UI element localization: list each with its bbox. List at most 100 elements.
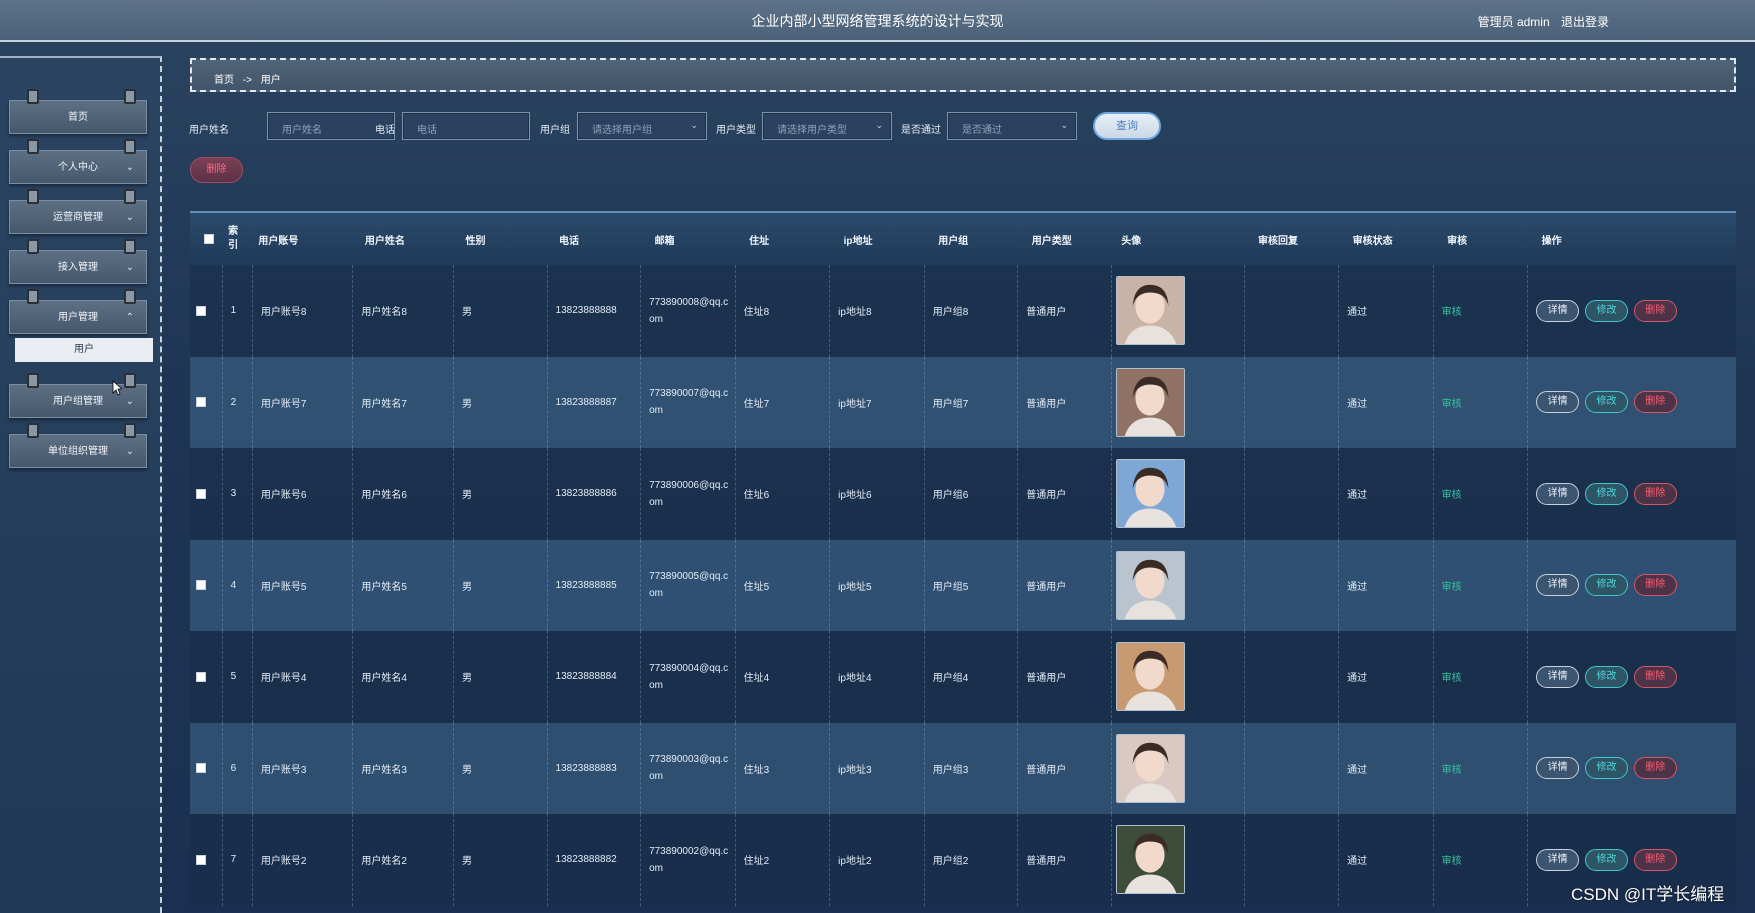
delete-button[interactable]: 删除: [1633, 665, 1677, 688]
username-label: 用户姓名: [189, 125, 229, 136]
cell-address: 住址6: [734, 448, 830, 540]
cell-gender: 男: [453, 722, 548, 814]
checkbox-icon: [196, 305, 206, 316]
sidebar-item-user-group-management[interactable]: 用户组管理 ⌄: [9, 373, 147, 418]
chevron-down-icon: ⌄: [875, 120, 883, 130]
col-header-type: 用户类型: [1031, 235, 1072, 247]
cell-address: 住址2: [734, 814, 830, 906]
sidebar-item-home[interactable]: 首页: [9, 89, 147, 134]
cell-reply: [1243, 356, 1339, 448]
delete-button[interactable]: 删除: [1633, 574, 1677, 597]
cell-ip: ip地址5: [829, 539, 925, 631]
sidebar-subitem-user[interactable]: 用户: [15, 338, 153, 362]
row-checkbox-cell[interactable]: [190, 357, 222, 449]
avatar-image[interactable]: [1115, 825, 1185, 895]
logout-link[interactable]: 退出登录: [1561, 15, 1609, 29]
row-checkbox-cell[interactable]: [190, 723, 222, 815]
avatar-image[interactable]: [1115, 733, 1185, 803]
edit-button[interactable]: 修改: [1584, 757, 1628, 780]
cell-status: 通过: [1338, 448, 1434, 540]
col-header-audit-status: 审核状态: [1352, 235, 1393, 247]
cell-account: 用户账号8: [251, 265, 353, 357]
delete-button[interactable]: 删除: [1633, 848, 1677, 871]
edit-button[interactable]: 修改: [1584, 848, 1628, 871]
cell-address: 住址5: [734, 539, 830, 631]
audit-link[interactable]: 审核: [1442, 856, 1462, 867]
cell-index: 4: [221, 539, 253, 631]
clip-icon: [27, 423, 39, 438]
avatar-image[interactable]: [1115, 459, 1185, 529]
detail-button[interactable]: 详情: [1536, 482, 1580, 505]
avatar-image[interactable]: [1115, 276, 1185, 346]
checkbox-icon: [196, 488, 206, 499]
row-checkbox-cell[interactable]: [190, 814, 222, 906]
sidebar-item-org-management[interactable]: 单位组织管理 ⌄: [9, 423, 147, 468]
cell-phone: 13823888882: [546, 814, 641, 906]
cell-ip: ip地址4: [829, 631, 925, 723]
cell-gender: 男: [453, 539, 548, 631]
audit-link[interactable]: 审核: [1442, 399, 1462, 410]
detail-button[interactable]: 详情: [1536, 665, 1580, 688]
sidebar-item-label: 用户组管理: [53, 396, 103, 407]
avatar-image[interactable]: [1115, 642, 1185, 712]
edit-button[interactable]: 修改: [1584, 391, 1628, 414]
chevron-down-icon: ⌄: [125, 396, 134, 407]
detail-button[interactable]: 详情: [1536, 757, 1580, 780]
cell-avatar: [1110, 722, 1245, 814]
sidebar-item-operator-management[interactable]: 运营商管理 ⌄: [9, 189, 147, 234]
cell-type: 普通用户: [1017, 722, 1112, 814]
clip-icon: [27, 189, 39, 204]
top-header: 企业内部小型网络管理系统的设计与实现 管理员 admin 退出登录: [0, 0, 1755, 42]
sidebar-item-label: 个人中心: [58, 162, 98, 173]
avatar-image[interactable]: [1115, 367, 1185, 437]
cell-gender: 男: [453, 356, 548, 448]
audit-link[interactable]: 审核: [1442, 490, 1462, 501]
user-type-select[interactable]: 请选择用户类型 ⌄: [762, 112, 892, 140]
sidebar-item-personal-center[interactable]: 个人中心 ⌄: [9, 139, 147, 184]
avatar-image[interactable]: [1115, 550, 1185, 620]
row-checkbox-cell[interactable]: [190, 265, 222, 357]
select-all-checkbox[interactable]: [190, 213, 222, 265]
row-checkbox-cell[interactable]: [190, 448, 222, 540]
edit-button[interactable]: 修改: [1584, 482, 1628, 505]
delete-button[interactable]: 删除: [1633, 482, 1677, 505]
col-header-phone: 电话: [559, 235, 580, 247]
detail-button[interactable]: 详情: [1536, 848, 1580, 871]
cell-audit: 审核: [1432, 265, 1528, 357]
query-button[interactable]: 查询: [1093, 112, 1161, 140]
audit-link[interactable]: 审核: [1442, 673, 1462, 684]
cell-reply: [1243, 539, 1339, 631]
cell-actions: 详情 修改 删除: [1527, 631, 1736, 723]
chevron-down-icon: ⌄: [125, 446, 134, 457]
edit-button[interactable]: 修改: [1584, 299, 1628, 322]
detail-button[interactable]: 详情: [1536, 391, 1580, 414]
sidebar-item-access-management[interactable]: 接入管理 ⌄: [9, 239, 147, 284]
row-checkbox-cell[interactable]: [190, 631, 222, 723]
sidebar-item-label: 单位组织管理: [48, 446, 108, 457]
phone-input[interactable]: 电话: [402, 112, 530, 140]
audit-link[interactable]: 审核: [1442, 582, 1462, 593]
detail-button[interactable]: 详情: [1536, 574, 1580, 597]
cell-name: 用户姓名2: [352, 814, 454, 906]
cell-gender: 男: [453, 631, 548, 723]
delete-button[interactable]: 删除: [1633, 391, 1677, 414]
audit-link[interactable]: 审核: [1442, 765, 1462, 776]
delete-button[interactable]: 删除: [1633, 757, 1677, 780]
delete-button[interactable]: 删除: [1633, 299, 1677, 322]
sidebar-item-user-management[interactable]: 用户管理 ⌃: [9, 289, 147, 334]
cell-group: 用户组2: [923, 814, 1018, 906]
cell-phone: 13823888888: [546, 265, 641, 357]
cell-index: 2: [221, 356, 253, 448]
row-checkbox-cell[interactable]: [190, 540, 222, 632]
breadcrumb-home[interactable]: 首页: [214, 75, 234, 86]
edit-button[interactable]: 修改: [1584, 665, 1628, 688]
cell-address: 住址7: [734, 356, 830, 448]
detail-button[interactable]: 详情: [1536, 299, 1580, 322]
edit-button[interactable]: 修改: [1584, 574, 1628, 597]
user-group-select[interactable]: 请选择用户组 ⌄: [577, 112, 707, 140]
cell-email: 773890004@qq.com: [640, 631, 736, 723]
approved-select[interactable]: 是否通过 ⌄: [947, 112, 1077, 140]
audit-link[interactable]: 审核: [1442, 307, 1462, 318]
cell-audit: 审核: [1432, 539, 1528, 631]
batch-delete-button[interactable]: 删除: [190, 157, 243, 183]
